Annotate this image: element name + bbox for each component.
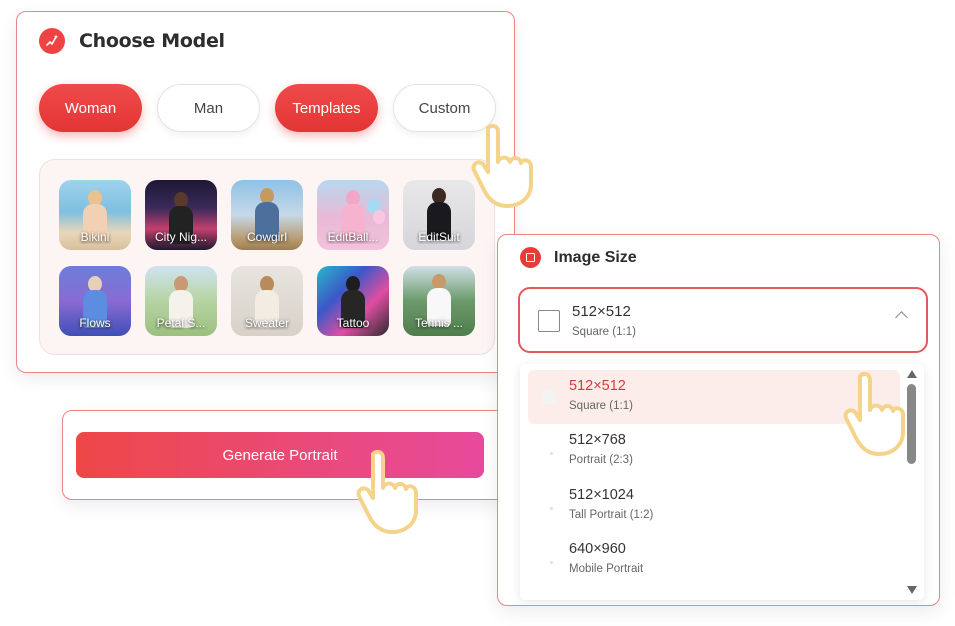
size-option-512x1024[interactable]: 512×1024 Tall Portrait (1:2) (528, 479, 900, 533)
image-size-header: Image Size (520, 247, 637, 268)
template-label: EditBall... (327, 230, 379, 244)
size-option-640x960[interactable]: 640×960 Mobile Portrait (528, 533, 900, 587)
model-tabs: Woman Man Templates Custom (39, 84, 496, 132)
template-card-sweater[interactable]: Sweater (231, 266, 303, 336)
option-size: 512×1024 (569, 487, 634, 503)
hand-pointer-icon (843, 371, 905, 456)
choose-model-panel: Choose Model Woman Man Templates Custom … (16, 11, 515, 373)
hand-pointer-icon (471, 123, 533, 208)
template-label: Tattoo (336, 316, 370, 330)
option-ratio: Portrait (2:3) (569, 454, 633, 466)
choose-model-header: Choose Model (39, 28, 225, 54)
template-label: Tennis ... (414, 316, 464, 330)
template-card-petal-s[interactable]: Petal S... (145, 266, 217, 336)
option-ratio: Tall Portrait (1:2) (569, 509, 654, 521)
option-ratio: Square (1:1) (569, 400, 633, 412)
chevron-up-icon (895, 311, 908, 324)
template-label: EditSuit (418, 230, 460, 244)
choose-model-title: Choose Model (79, 30, 225, 52)
option-size: 640×960 (569, 541, 626, 557)
template-label: Sweater (244, 316, 290, 330)
template-card-city-night[interactable]: City Nig... (145, 180, 217, 250)
template-label: Cowgirl (246, 230, 287, 244)
template-grid: Bikini City Nig... Cowgirl EditBall... E… (39, 159, 495, 355)
option-marker (550, 452, 553, 455)
template-label: Flows (79, 316, 111, 330)
template-card-flows[interactable]: Flows (59, 266, 131, 336)
sparkle-icon (39, 28, 65, 54)
image-size-title: Image Size (554, 248, 637, 266)
template-card-cowgirl[interactable]: Cowgirl (231, 180, 303, 250)
template-card-tattoo[interactable]: Tattoo (317, 266, 389, 336)
template-card-bikini[interactable]: Bikini (59, 180, 131, 250)
template-label: Bikini (80, 230, 110, 244)
template-card-editballoon[interactable]: EditBall... (317, 180, 389, 250)
hand-pointer-icon (356, 449, 418, 534)
option-ratio: Mobile Portrait (569, 563, 644, 575)
template-card-editsuit[interactable]: EditSuit (403, 180, 475, 250)
template-card-tennis[interactable]: Tennis ... (403, 266, 475, 336)
selected-ratio: Square (1:1) (572, 326, 636, 338)
selected-size: 512×512 (572, 303, 631, 320)
option-marker (550, 507, 553, 510)
tab-woman[interactable]: Woman (39, 84, 142, 132)
image-size-select[interactable]: 512×512 Square (1:1) (518, 287, 928, 353)
square-icon (542, 390, 556, 404)
square-icon (538, 310, 560, 332)
tab-templates[interactable]: Templates (275, 84, 378, 132)
option-marker (550, 561, 553, 564)
generate-panel: Generate Portrait (62, 410, 506, 500)
tab-man[interactable]: Man (157, 84, 260, 132)
option-size: 512×512 (569, 378, 626, 394)
square-icon (520, 247, 541, 268)
template-label: Petal S... (156, 316, 206, 330)
option-size: 512×768 (569, 432, 626, 448)
scroll-down-arrow-icon[interactable] (907, 586, 917, 594)
template-label: City Nig... (154, 230, 207, 244)
